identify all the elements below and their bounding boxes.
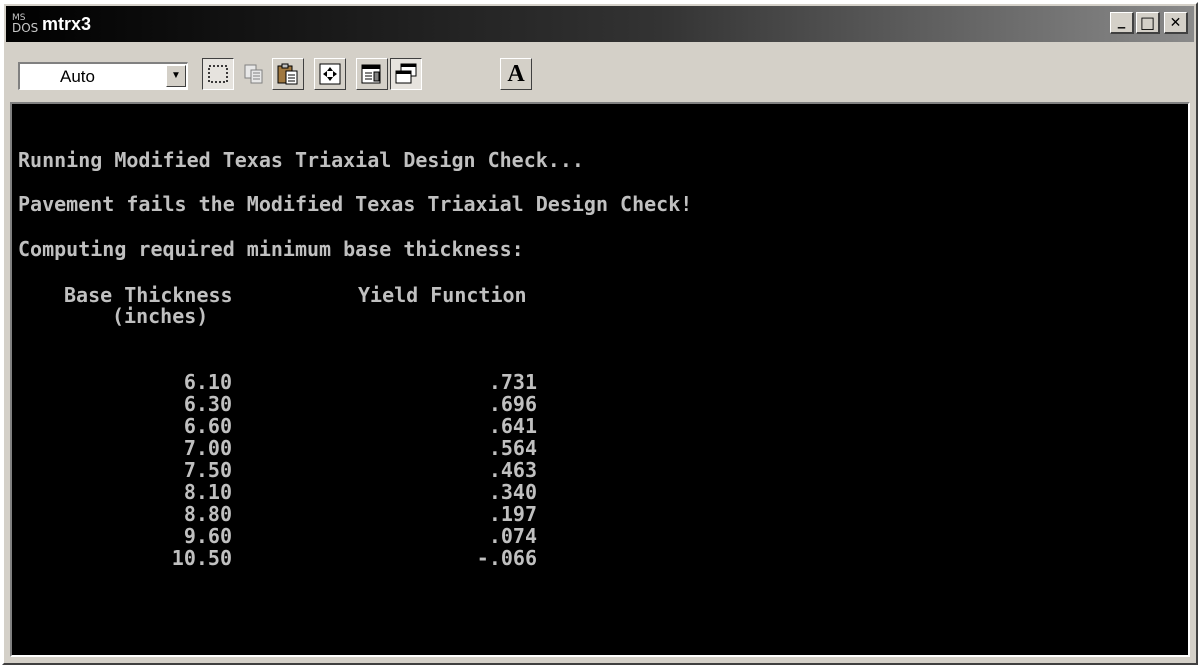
yield-value: .074: [488, 524, 537, 548]
column-header-thickness: Base Thickness: [64, 283, 233, 307]
minimize-icon: _: [1117, 10, 1126, 29]
background-button[interactable]: [390, 58, 422, 90]
mark-icon: [208, 65, 228, 83]
status-line-running: Running Modified Texas Triaxial Design C…: [18, 148, 584, 172]
maximize-button[interactable]: □: [1136, 12, 1160, 34]
ms-dos-icon[interactable]: MS DOS: [12, 13, 38, 35]
full-screen-button[interactable]: [314, 58, 346, 90]
properties-button[interactable]: [356, 58, 388, 90]
paste-button[interactable]: [272, 58, 304, 90]
window-controls: _ □ ✕: [1108, 10, 1188, 36]
console-output[interactable]: Running Modified Texas Triaxial Design C…: [10, 102, 1190, 657]
copy-icon: [244, 64, 263, 84]
font-button[interactable]: A: [500, 58, 532, 90]
window-title: mtrx3: [42, 14, 92, 34]
yield-value: .197: [488, 502, 537, 526]
title-bar[interactable]: MS DOS mtrx3 _ □ ✕: [6, 6, 1194, 42]
yield-value: .340: [488, 480, 537, 504]
yield-value: -.066: [476, 546, 537, 570]
status-line-computing: Computing required minimum base thicknes…: [18, 237, 524, 261]
maximize-icon: □: [1139, 13, 1156, 32]
console-window: MS DOS mtrx3 _ □ ✕ Auto ▼ A Running Modi…: [2, 2, 1198, 665]
column-header-yield: Yield Function: [358, 283, 527, 307]
full-screen-icon: [319, 63, 341, 85]
font-icon: A: [507, 61, 525, 87]
paste-icon: [277, 63, 298, 85]
yield-value: .641: [488, 414, 537, 438]
chevron-down-icon: ▼: [171, 70, 181, 81]
copy-button[interactable]: [238, 58, 270, 90]
minimize-button[interactable]: _: [1110, 10, 1134, 34]
icon-text-dos: DOS: [12, 21, 39, 35]
toolbar: Auto ▼ A: [6, 44, 1194, 100]
yield-value: .696: [488, 392, 537, 416]
close-button[interactable]: ✕: [1164, 12, 1188, 34]
yield-value: .564: [488, 436, 537, 460]
font-size-value: Auto: [60, 67, 95, 86]
yield-value: .463: [488, 458, 537, 482]
status-line-fails: Pavement fails the Modified Texas Triaxi…: [18, 192, 693, 216]
background-icon: [395, 63, 417, 84]
font-size-select[interactable]: Auto ▼: [18, 62, 188, 90]
yield-value: .731: [488, 370, 537, 394]
properties-icon: [361, 64, 381, 84]
dropdown-button[interactable]: ▼: [166, 65, 186, 87]
column-header-thickness-unit: (inches): [112, 304, 209, 328]
close-icon: ✕: [1169, 14, 1182, 31]
mark-button[interactable]: [202, 58, 234, 90]
